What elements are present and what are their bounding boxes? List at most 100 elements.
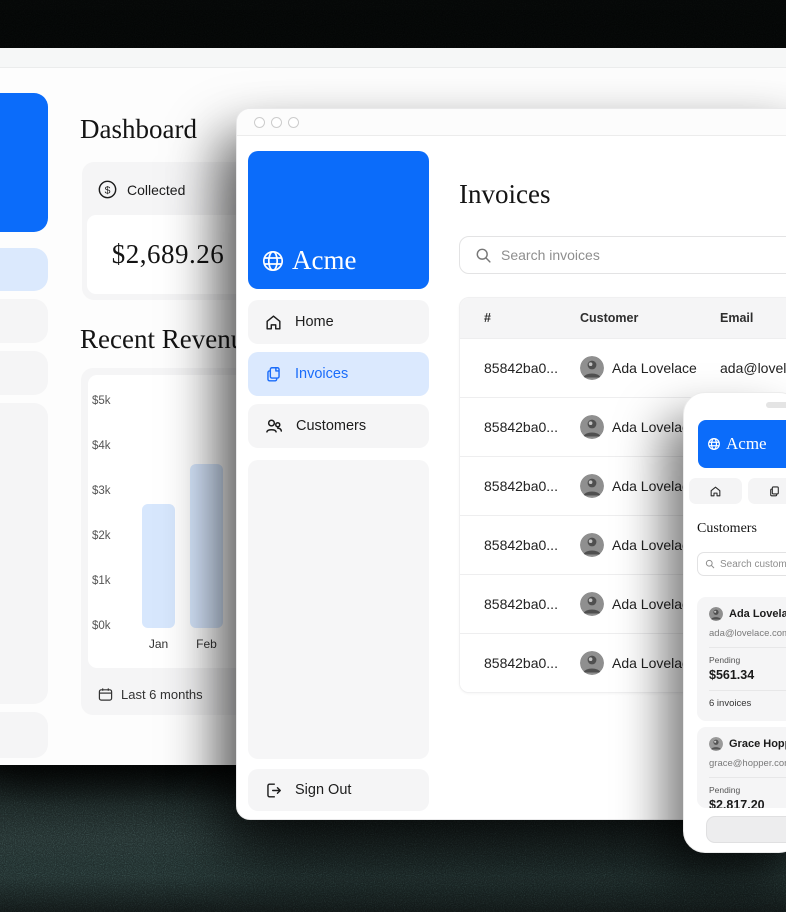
y-tick: $4k xyxy=(92,440,128,452)
collected-amount-card: $2,689.26 xyxy=(87,215,249,294)
bar-feb xyxy=(190,464,223,628)
date-range-control[interactable]: Last 6 months xyxy=(98,687,203,702)
pending-label: Pending xyxy=(709,785,786,795)
invoice-id: 85842ba0... xyxy=(484,360,580,376)
customer-name: Grace Hopper xyxy=(729,738,786,750)
cutoff-sidebar-signout[interactable] xyxy=(0,712,48,758)
pending-label: Pending xyxy=(709,655,786,665)
panel-top-strip xyxy=(0,48,786,68)
globe-icon xyxy=(707,437,721,451)
dashboard-title: Dashboard xyxy=(80,114,197,145)
y-tick: $2k xyxy=(92,530,128,542)
table-header: # Customer Email xyxy=(460,298,786,338)
sidebar-item-invoices[interactable]: Invoices xyxy=(248,352,429,396)
phone-tab-invoices[interactable] xyxy=(748,478,786,504)
table-row[interactable]: 85842ba0... Ada Lovelace ada@lovelace.co… xyxy=(460,338,786,397)
divider xyxy=(709,647,786,648)
pending-amount: $561.34 xyxy=(709,668,786,682)
invoices-search[interactable] xyxy=(459,236,786,274)
y-tick: $3k xyxy=(92,485,128,497)
revenue-chart-card: $5k $4k $3k $2k $1k $0k Jan Feb Last 6 m… xyxy=(81,368,253,715)
customers-search[interactable] xyxy=(697,552,786,576)
home-icon xyxy=(709,485,722,498)
brand-name: Acme xyxy=(726,434,767,454)
collected-amount: $2,689.26 xyxy=(112,239,225,270)
window-zoom-button[interactable] xyxy=(288,117,299,128)
home-icon xyxy=(264,313,283,332)
search-icon xyxy=(705,559,715,569)
invoice-count: 6 invoices xyxy=(709,698,786,709)
customer-name: Ada Lovelace xyxy=(612,360,697,376)
sidebar-item-customers[interactable]: Customers xyxy=(248,404,429,448)
search-icon xyxy=(475,247,492,264)
phone-customers-panel: Acme Customers Ada Lovelace ada@lovelace… xyxy=(683,392,786,853)
window-minimize-button[interactable] xyxy=(271,117,282,128)
revenue-title: Recent Revenue xyxy=(80,324,256,355)
svg-text:$: $ xyxy=(105,185,111,196)
divider xyxy=(709,690,786,691)
column-email: Email xyxy=(720,311,786,325)
y-tick: $5k xyxy=(92,395,128,407)
window-titlebar xyxy=(237,109,786,136)
customer-email: grace@hopper.com xyxy=(709,758,786,769)
avatar xyxy=(580,356,604,380)
customer-email: ada@lovelace.com xyxy=(709,628,786,639)
phone-page-title: Customers xyxy=(697,521,757,537)
column-id: # xyxy=(484,311,580,325)
cutoff-sidebar-item[interactable] xyxy=(0,351,48,395)
avatar xyxy=(709,607,723,621)
cutoff-sidebar-spacer xyxy=(0,403,48,704)
customer-card[interactable]: Ada Lovelace ada@lovelace.com Pending $5… xyxy=(697,597,786,721)
window-close-button[interactable] xyxy=(254,117,265,128)
sign-out-label: Sign Out xyxy=(295,782,351,798)
customers-icon xyxy=(264,416,284,436)
page-title: Invoices xyxy=(459,179,550,210)
phone-brand-card: Acme xyxy=(698,420,786,468)
sign-out-icon xyxy=(264,781,283,800)
cutoff-sidebar-active-item[interactable] xyxy=(0,248,48,291)
calendar-icon xyxy=(98,687,113,702)
invoices-icon xyxy=(768,485,781,498)
customer-card[interactable]: Grace Hopper grace@hopper.com Pending $2… xyxy=(697,727,786,808)
column-customer: Customer xyxy=(580,311,720,325)
avatar xyxy=(580,592,604,616)
globe-icon xyxy=(261,249,285,273)
avatar xyxy=(580,415,604,439)
brand-name: Acme xyxy=(292,245,356,276)
collected-label: Collected xyxy=(127,182,185,198)
sign-out-button[interactable]: Sign Out xyxy=(248,769,429,811)
cutoff-sidebar-item[interactable] xyxy=(0,299,48,343)
search-input[interactable] xyxy=(501,247,761,263)
phone-notch xyxy=(766,402,786,408)
sidebar-brand-card: Acme xyxy=(248,151,429,289)
customer-name: Ada Lovelace xyxy=(729,608,786,620)
noise-band-top xyxy=(0,0,786,52)
divider xyxy=(709,777,786,778)
phone-tab-home[interactable] xyxy=(689,478,742,504)
invoice-id: 85842ba0... xyxy=(484,537,580,553)
search-input[interactable] xyxy=(720,559,786,570)
invoice-id: 85842ba0... xyxy=(484,478,580,494)
avatar xyxy=(580,474,604,498)
sidebar-item-label: Home xyxy=(295,314,334,330)
cutoff-sidebar-brand-card xyxy=(0,93,48,232)
customer-email: ada@lovelace.com xyxy=(720,360,786,376)
sidebar-item-label: Invoices xyxy=(295,366,348,382)
pending-amount: $2,817.20 xyxy=(709,798,786,808)
collected-card: $ Collected $2,689.26 xyxy=(82,162,254,300)
x-label: Feb xyxy=(190,637,223,651)
x-label: Jan xyxy=(142,637,175,651)
y-tick: $0k xyxy=(92,620,128,632)
avatar xyxy=(580,533,604,557)
sidebar-item-label: Customers xyxy=(296,418,366,434)
sidebar-item-home[interactable]: Home xyxy=(248,300,429,344)
screenshot-stage: Dashboard $ Collected $2,689.26 Recent R… xyxy=(0,0,786,912)
dollar-circle-icon: $ xyxy=(98,180,117,199)
phone-bottom-bar[interactable] xyxy=(706,816,786,843)
sidebar-spacer-panel xyxy=(248,460,429,759)
invoice-id: 85842ba0... xyxy=(484,596,580,612)
y-tick: $1k xyxy=(92,575,128,587)
avatar xyxy=(709,737,723,751)
date-range-label: Last 6 months xyxy=(121,687,203,702)
invoice-id: 85842ba0... xyxy=(484,419,580,435)
